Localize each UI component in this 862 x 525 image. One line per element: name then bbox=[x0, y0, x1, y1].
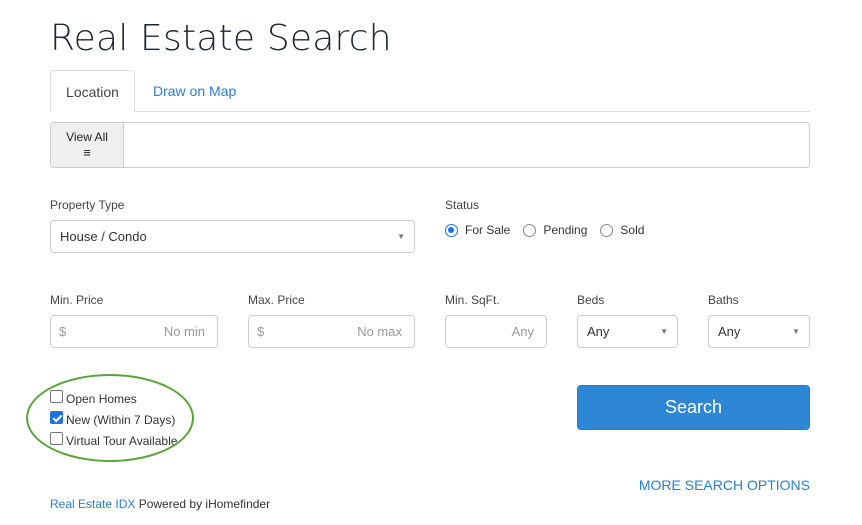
chevron-down-icon: ▼ bbox=[660, 327, 668, 336]
max-price-input[interactable]: $ No max bbox=[248, 315, 415, 348]
new-within-7-days-label: New (Within 7 Days) bbox=[66, 412, 176, 427]
property-type-select[interactable]: House / Condo ▼ bbox=[50, 220, 415, 253]
min-price-label: Min. Price bbox=[50, 293, 104, 307]
property-type-label: Property Type bbox=[50, 198, 125, 212]
status-sold-label: Sold bbox=[620, 223, 645, 237]
tab-location[interactable]: Location bbox=[50, 70, 135, 112]
chevron-down-icon: ▼ bbox=[397, 232, 405, 241]
location-search-box: View All ≡ bbox=[50, 122, 810, 168]
tab-draw-on-map[interactable]: Draw on Map bbox=[137, 70, 252, 112]
chevron-down-icon: ▼ bbox=[792, 327, 800, 336]
open-homes-checkbox[interactable]: Open Homes bbox=[50, 388, 177, 409]
min-sqft-input[interactable]: Any bbox=[445, 315, 547, 348]
list-icon: ≡ bbox=[83, 145, 91, 160]
view-all-button[interactable]: View All ≡ bbox=[51, 123, 124, 167]
virtual-tour-label: Virtual Tour Available bbox=[66, 433, 178, 448]
baths-select[interactable]: Any ▼ bbox=[708, 315, 810, 348]
beds-select[interactable]: Any ▼ bbox=[577, 315, 678, 348]
beds-label: Beds bbox=[577, 293, 605, 307]
checkbox-checked-icon bbox=[50, 411, 63, 424]
virtual-tour-checkbox[interactable]: Virtual Tour Available bbox=[50, 430, 177, 451]
radio-empty-icon bbox=[523, 223, 537, 237]
footer: Real Estate IDX Powered by iHomefinder bbox=[50, 497, 270, 511]
page-title: Real Estate Search bbox=[50, 18, 392, 59]
baths-value: Any bbox=[718, 324, 741, 339]
min-price-input[interactable]: $ No min bbox=[50, 315, 218, 348]
location-input[interactable] bbox=[125, 123, 809, 167]
radio-selected-icon bbox=[445, 223, 458, 237]
status-pending-radio[interactable]: Pending bbox=[523, 223, 587, 237]
min-price-placeholder: No min bbox=[163, 324, 205, 339]
status-radio-group: For Sale Pending Sold bbox=[445, 223, 657, 237]
radio-empty-icon bbox=[600, 223, 614, 237]
more-search-options-link[interactable]: MORE SEARCH OPTIONS bbox=[639, 477, 810, 493]
filter-checkbox-group: Open Homes New (Within 7 Days) Virtual T… bbox=[50, 388, 177, 451]
checkbox-empty-icon bbox=[50, 432, 63, 445]
status-pending-label: Pending bbox=[543, 223, 588, 237]
view-all-label: View All bbox=[66, 130, 108, 144]
dollar-prefix: $ bbox=[59, 324, 67, 339]
min-sqft-placeholder: Any bbox=[511, 324, 534, 339]
beds-value: Any bbox=[587, 324, 610, 339]
search-tabs: Location Draw on Map bbox=[50, 70, 810, 112]
dollar-prefix: $ bbox=[257, 324, 265, 339]
property-type-value: House / Condo bbox=[60, 229, 147, 244]
search-button[interactable]: Search bbox=[577, 385, 810, 430]
status-for-sale-radio[interactable]: For Sale bbox=[445, 223, 510, 237]
status-label: Status bbox=[445, 198, 480, 212]
powered-by-text: Powered by iHomefinder bbox=[135, 497, 271, 511]
status-sold-radio[interactable]: Sold bbox=[600, 223, 644, 237]
new-within-7-days-checkbox[interactable]: New (Within 7 Days) bbox=[50, 409, 177, 430]
max-price-placeholder: No max bbox=[357, 324, 402, 339]
baths-label: Baths bbox=[708, 293, 739, 307]
status-for-sale-label: For Sale bbox=[465, 223, 511, 237]
min-sqft-label: Min. SqFt. bbox=[445, 293, 500, 307]
open-homes-label: Open Homes bbox=[66, 391, 137, 406]
checkbox-empty-icon bbox=[50, 390, 63, 403]
real-estate-idx-link[interactable]: Real Estate IDX bbox=[50, 497, 135, 511]
max-price-label: Max. Price bbox=[248, 293, 305, 307]
